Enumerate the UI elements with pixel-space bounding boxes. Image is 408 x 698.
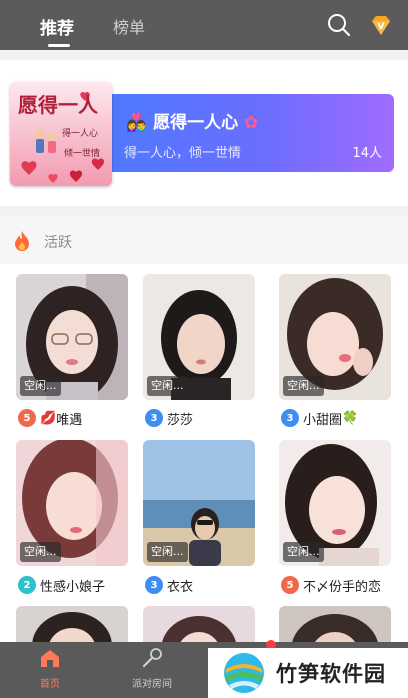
user-card[interactable]: 空闲... [16, 274, 128, 400]
section-header-active: 活跃 [0, 216, 408, 264]
user-nickname-row: 3 衣衣 [145, 574, 193, 596]
divider [0, 50, 408, 60]
room-cover-line-2: 倾一世情 [64, 147, 100, 159]
user-card[interactable]: 空闲... [143, 274, 255, 400]
home-icon [41, 650, 59, 667]
user-photo [279, 606, 391, 646]
user-nickname-row: 5 💋 唯遇 [18, 407, 82, 429]
nav-home-label: 首页 [40, 679, 60, 690]
user-nickname: 不〆份手的恋 [303, 579, 382, 595]
svg-text:V: V [378, 22, 385, 32]
nav-party-rooms[interactable]: 派对房间 [112, 648, 192, 690]
status-badge: 空闲... [20, 376, 61, 396]
user-nickname-row: 3 莎莎 [145, 407, 193, 429]
status-badge: 空闲... [20, 542, 61, 562]
user-card[interactable]: 空闲... [279, 274, 391, 400]
vip-diamond-icon[interactable]: V [368, 12, 394, 38]
divider [0, 206, 408, 216]
nav-party-rooms-label: 派对房间 [132, 679, 172, 690]
room-subtitle: 得一人心，倾一世情 [124, 146, 242, 161]
watermark: 竹笋软件园 [208, 648, 408, 698]
status-badge: 空闲... [283, 542, 324, 562]
status-badge: 空闲... [147, 376, 188, 396]
user-nickname: 性感小娘子 [40, 579, 106, 595]
user-nickname-row: 2 性感小娘子 [18, 574, 105, 596]
nav-home[interactable]: 首页 [10, 648, 90, 690]
room-cover-title: 愿得一人 [18, 93, 99, 117]
couple-emoji-icon: 👩‍❤️‍👨 [126, 113, 148, 133]
room-cover-image: 愿得一人 得一人心 倾一世情 [10, 82, 112, 186]
app-screen: 推荐 榜单 V 👩‍❤️‍👨 愿得一人心 ✿ 得一人心，倾一世情 14人 [0, 0, 408, 698]
user-nickname: 唯遇 [56, 412, 83, 428]
user-nickname: 小甜圈 [303, 412, 343, 428]
room-banner: 👩‍❤️‍👨 愿得一人心 ✿ 得一人心，倾一世情 14人 [112, 94, 394, 172]
clover-emoji: 🍀 [342, 410, 359, 426]
level-badge-icon: 2 [18, 576, 36, 594]
room-member-count: 14人 [352, 146, 382, 161]
heart-decoration-icon: ✿ [244, 113, 259, 133]
room-cover-line-1: 得一人心 [62, 127, 98, 139]
user-card[interactable]: 空闲... [16, 440, 128, 566]
status-badge: 空闲... [283, 376, 324, 396]
featured-room-card[interactable]: 👩‍❤️‍👨 愿得一人心 ✿ 得一人心，倾一世情 14人 [10, 82, 394, 188]
watermark-text: 竹笋软件园 [276, 662, 386, 686]
room-title: 👩‍❤️‍👨 愿得一人心 ✿ [126, 108, 258, 133]
user-nickname-row: 3 小甜圈 🍀 [281, 407, 358, 429]
level-badge-icon: 5 [18, 409, 36, 427]
user-photo [143, 606, 255, 646]
user-nickname: 莎莎 [167, 412, 194, 428]
microphone-icon [142, 648, 162, 668]
user-card[interactable] [279, 606, 391, 646]
level-badge-icon: 3 [281, 409, 299, 427]
user-nickname: 衣衣 [167, 579, 194, 595]
section-title: 活跃 [44, 235, 72, 251]
status-badge: 空闲... [147, 542, 188, 562]
level-badge-icon: 3 [145, 409, 163, 427]
fire-icon [15, 231, 29, 251]
room-title-text: 愿得一人心 [153, 113, 239, 133]
search-icon[interactable] [326, 12, 352, 38]
user-nickname-row: 5 不〆份手的恋 [281, 574, 381, 596]
user-card[interactable] [16, 606, 128, 646]
user-card[interactable] [143, 606, 255, 646]
level-badge-icon: 3 [145, 576, 163, 594]
tab-ranking[interactable]: 榜单 [113, 14, 145, 38]
top-bar: 推荐 榜单 V [0, 0, 408, 50]
user-card[interactable]: 空闲... [143, 440, 255, 566]
tab-recommend[interactable]: 推荐 [40, 14, 74, 39]
level-badge-icon: 5 [281, 576, 299, 594]
watermark-logo-icon [224, 653, 264, 693]
user-emoji: 💋 [40, 410, 57, 426]
active-tab-indicator [48, 44, 70, 47]
user-photo [16, 606, 128, 646]
user-card[interactable]: 空闲... [279, 440, 391, 566]
